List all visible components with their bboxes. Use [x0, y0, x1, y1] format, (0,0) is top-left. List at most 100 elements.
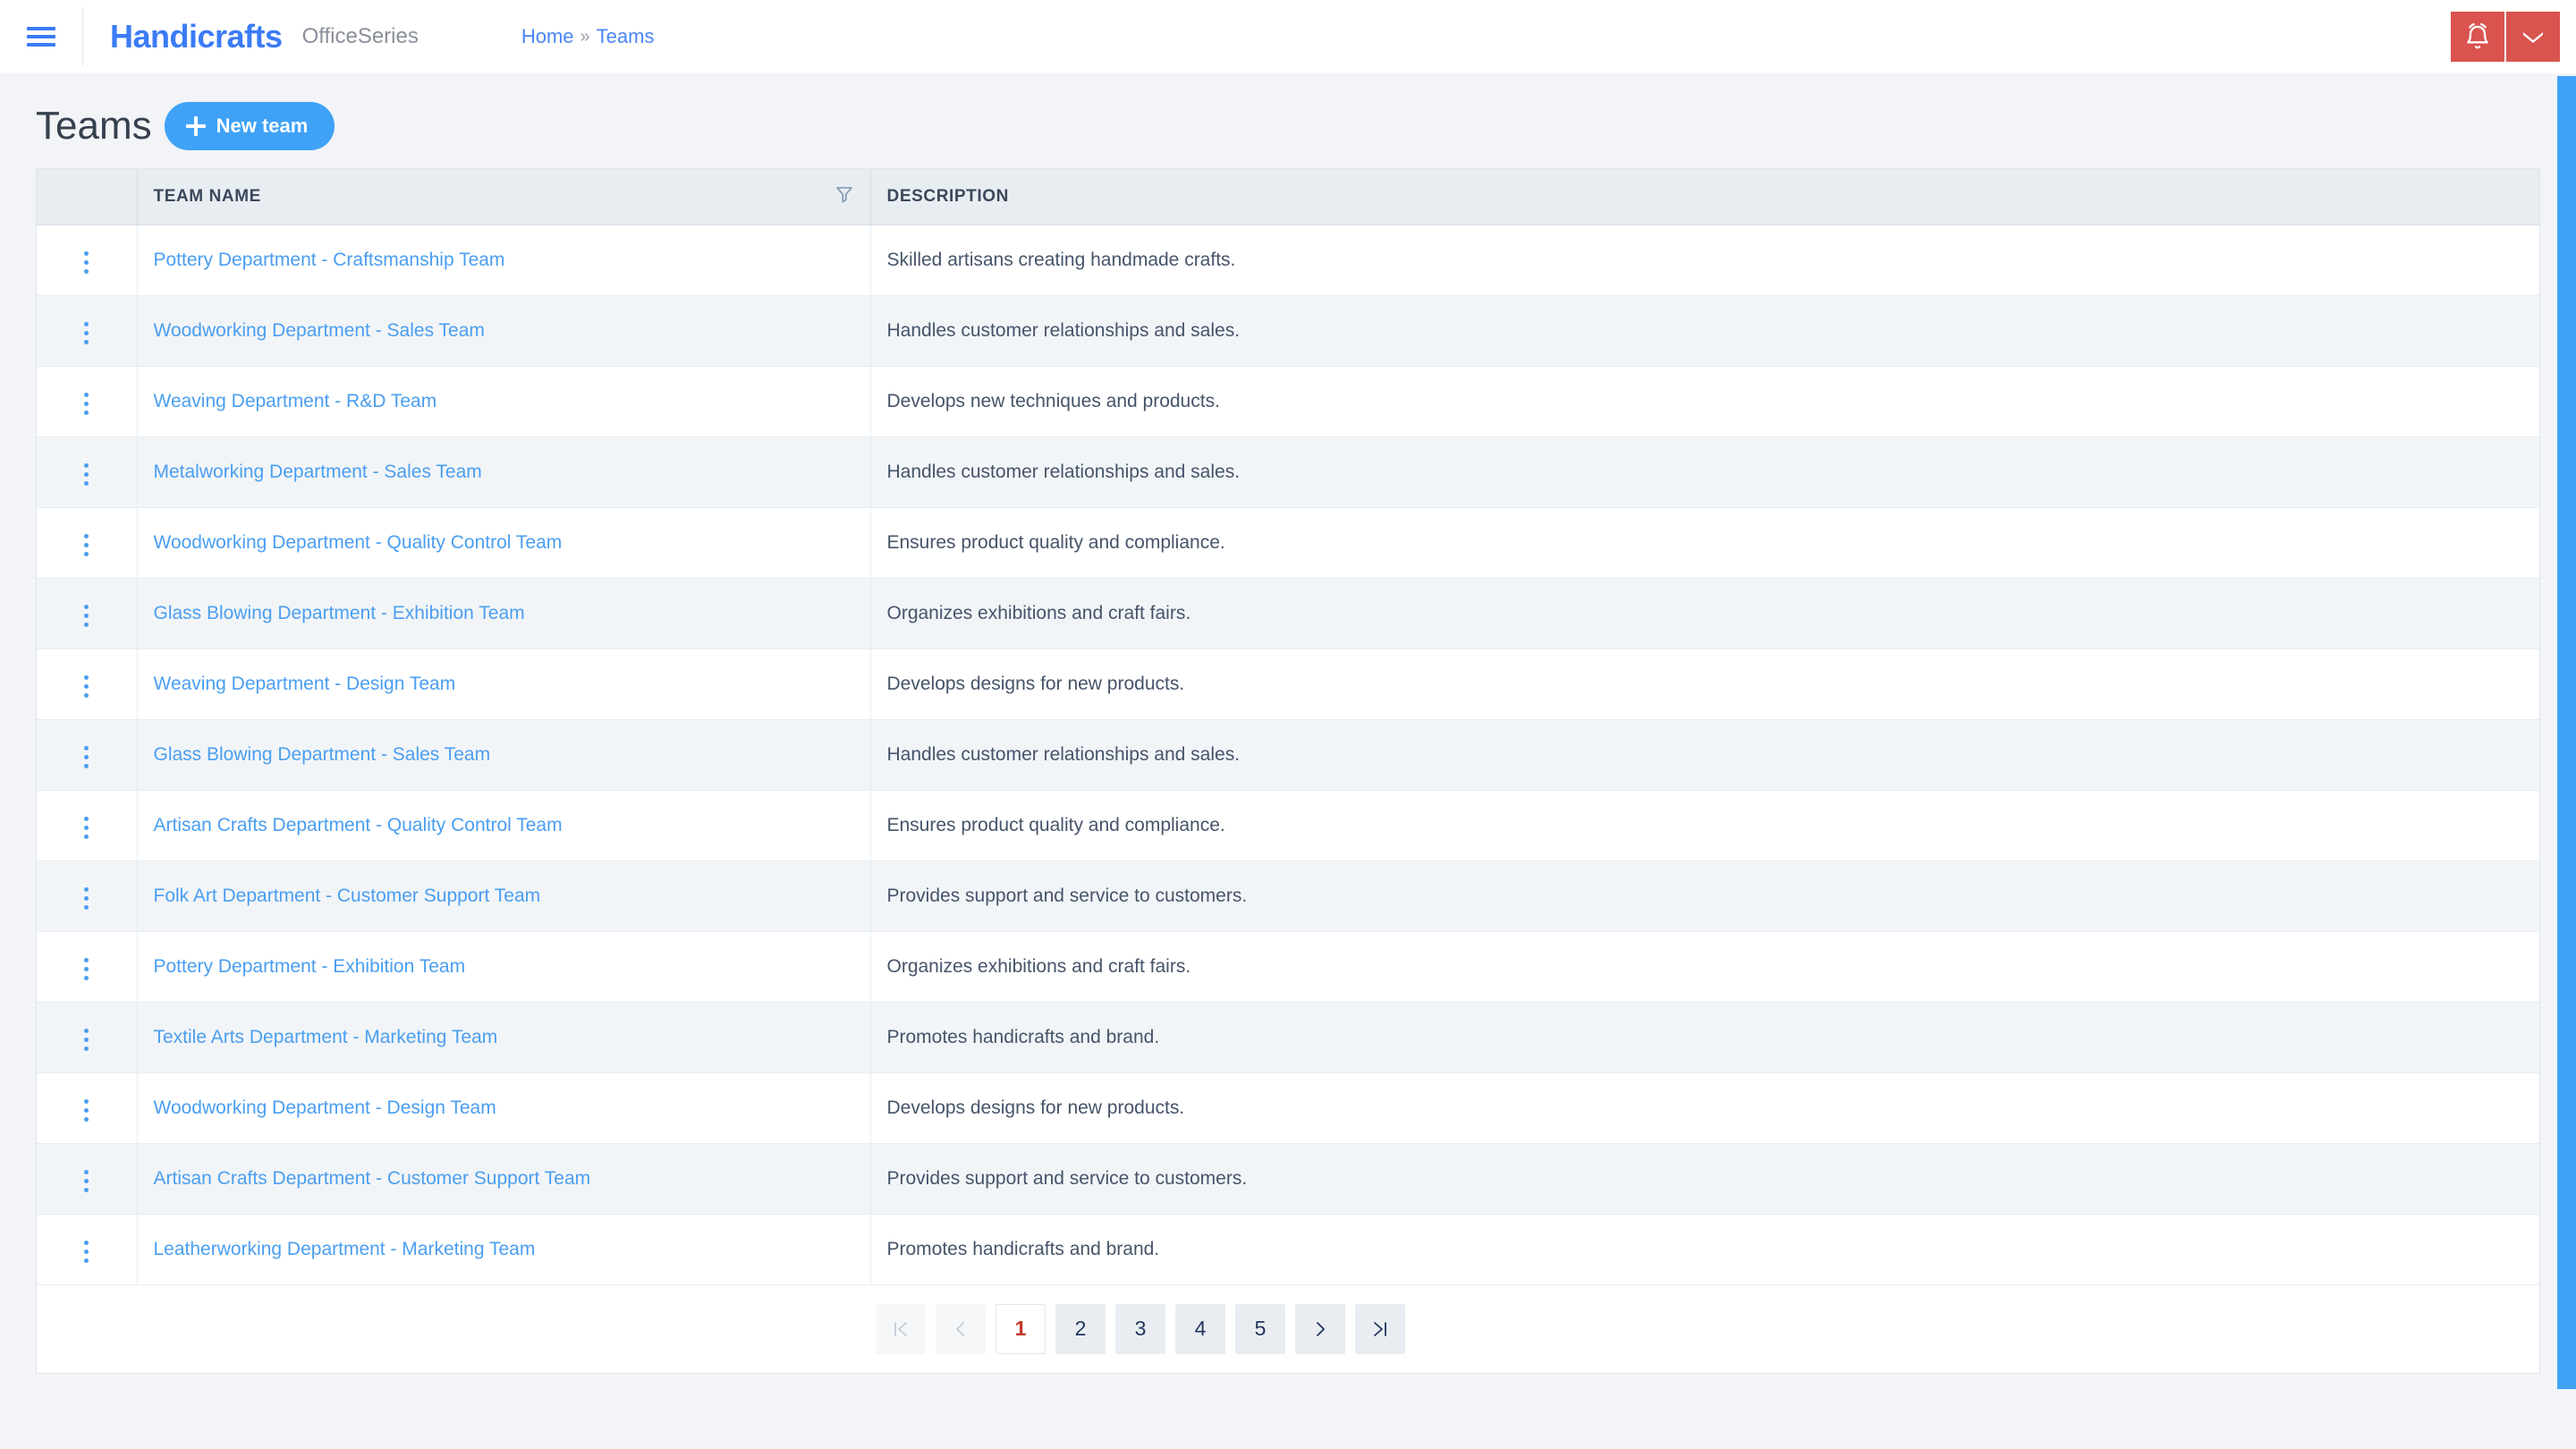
- team-description-cell: Promotes handicrafts and brand.: [870, 1002, 2539, 1073]
- table-row: Woodworking Department - Quality Control…: [37, 507, 2539, 579]
- kebab-menu-icon[interactable]: [72, 597, 101, 634]
- team-name-cell: Weaving Department - R&D Team: [137, 366, 871, 437]
- team-name-link[interactable]: Weaving Department - Design Team: [154, 674, 456, 694]
- team-description-cell: Provides support and service to customer…: [870, 860, 2539, 932]
- table-row: Artisan Crafts Department - Customer Sup…: [37, 1143, 2539, 1215]
- pagination-last-button[interactable]: [1355, 1303, 1405, 1354]
- row-menu-cell: [37, 648, 138, 720]
- brand-area: Handicrafts OfficeSeries: [83, 0, 419, 73]
- team-name-cell: Woodworking Department - Quality Control…: [137, 507, 871, 579]
- team-name-link[interactable]: Glass Blowing Department - Sales Team: [154, 744, 491, 765]
- team-name-link[interactable]: Pottery Department - Craftsmanship Team: [154, 250, 505, 270]
- team-name-link[interactable]: Woodworking Department - Quality Control…: [154, 532, 563, 553]
- kebab-menu-icon[interactable]: [72, 668, 101, 705]
- notifications-button[interactable]: [2451, 12, 2504, 62]
- header-spacer: [654, 0, 2451, 73]
- column-header-description[interactable]: DESCRIPTION: [870, 169, 2539, 225]
- team-name-link[interactable]: Glass Blowing Department - Exhibition Te…: [154, 603, 525, 623]
- page-content: Teams New team TEAM NAME DESCRIPTION Pot…: [0, 73, 2576, 1374]
- team-name-cell: Glass Blowing Department - Exhibition Te…: [137, 578, 871, 649]
- row-menu-cell: [37, 790, 138, 861]
- pagination-first-button[interactable]: [876, 1303, 926, 1354]
- team-name-cell: Leatherworking Department - Marketing Te…: [137, 1214, 871, 1285]
- kebab-menu-icon[interactable]: [72, 809, 101, 846]
- hamburger-icon: [27, 27, 55, 47]
- row-menu-cell: [37, 507, 138, 579]
- pagination-page-1[interactable]: 1: [996, 1303, 1046, 1354]
- table-row: Pottery Department - Craftsmanship Team S…: [37, 225, 2539, 296]
- team-name-cell: Pottery Department - Exhibition Team: [137, 931, 871, 1003]
- breadcrumb: Home » Teams: [521, 0, 655, 73]
- pagination-next-button[interactable]: [1295, 1303, 1345, 1354]
- breadcrumb-item-teams[interactable]: Teams: [597, 25, 655, 48]
- kebab-menu-icon[interactable]: [72, 951, 101, 987]
- team-name-cell: Weaving Department - Design Team: [137, 648, 871, 720]
- menu-toggle-button[interactable]: [0, 0, 82, 73]
- kebab-menu-icon[interactable]: [72, 244, 101, 281]
- team-description-cell: Develops designs for new products.: [870, 1072, 2539, 1144]
- page-scrollbar-thumb[interactable]: [2557, 76, 2576, 1389]
- filter-icon[interactable]: [835, 184, 854, 209]
- pagination-bar: 1 2 3 4 5: [37, 1284, 2539, 1373]
- column-header-menu: [37, 169, 138, 225]
- plus-icon: [185, 116, 206, 136]
- team-description-cell: Develops new techniques and products.: [870, 366, 2539, 437]
- row-menu-cell: [37, 578, 138, 649]
- kebab-menu-icon[interactable]: [72, 739, 101, 775]
- team-name-cell: Textile Arts Department - Marketing Team: [137, 1002, 871, 1073]
- pagination-page-5[interactable]: 5: [1235, 1303, 1285, 1354]
- team-name-link[interactable]: Folk Art Department - Customer Support T…: [154, 886, 541, 906]
- team-name-link[interactable]: Woodworking Department - Sales Team: [154, 320, 485, 341]
- team-name-cell: Glass Blowing Department - Sales Team: [137, 719, 871, 791]
- page-title: Teams: [36, 104, 152, 148]
- team-name-link[interactable]: Woodworking Department - Design Team: [154, 1097, 496, 1118]
- brand-subtitle: OfficeSeries: [301, 24, 419, 48]
- team-name-link[interactable]: Weaving Department - R&D Team: [154, 391, 437, 411]
- kebab-menu-icon[interactable]: [72, 456, 101, 493]
- row-menu-cell: [37, 1072, 138, 1144]
- teams-table-card: TEAM NAME DESCRIPTION Pottery Department…: [36, 168, 2540, 1374]
- pagination-page-4[interactable]: 4: [1175, 1303, 1225, 1354]
- team-description-cell: Handles customer relationships and sales…: [870, 719, 2539, 791]
- row-menu-cell: [37, 860, 138, 932]
- row-menu-cell: [37, 1143, 138, 1215]
- kebab-menu-icon[interactable]: [72, 1021, 101, 1058]
- table-row: Folk Art Department - Customer Support T…: [37, 860, 2539, 932]
- team-description-cell: Handles customer relationships and sales…: [870, 436, 2539, 508]
- kebab-menu-icon[interactable]: [72, 1233, 101, 1270]
- team-name-link[interactable]: Artisan Crafts Department - Quality Cont…: [154, 815, 563, 835]
- breadcrumb-separator-icon: »: [580, 26, 590, 47]
- column-header-team-name[interactable]: TEAM NAME: [137, 169, 871, 225]
- row-menu-cell: [37, 931, 138, 1003]
- new-team-button[interactable]: New team: [164, 102, 335, 150]
- team-name-link[interactable]: Metalworking Department - Sales Team: [154, 462, 482, 482]
- breadcrumb-item-home[interactable]: Home: [521, 25, 574, 48]
- row-menu-cell: [37, 436, 138, 508]
- table-row: Woodworking Department - Design Team Deve…: [37, 1072, 2539, 1144]
- pagination-prev-button[interactable]: [936, 1303, 986, 1354]
- teams-table: TEAM NAME DESCRIPTION Pottery Department…: [37, 169, 2539, 1285]
- table-row: Metalworking Department - Sales Team Hand…: [37, 436, 2539, 508]
- pagination-page-3[interactable]: 3: [1115, 1303, 1165, 1354]
- team-name-link[interactable]: Leatherworking Department - Marketing Te…: [154, 1239, 536, 1259]
- kebab-menu-icon[interactable]: [72, 1092, 101, 1129]
- page-scrollbar-track[interactable]: [2553, 73, 2576, 1449]
- row-menu-cell: [37, 1214, 138, 1285]
- team-name-link[interactable]: Artisan Crafts Department - Customer Sup…: [154, 1168, 591, 1189]
- team-name-cell: Metalworking Department - Sales Team: [137, 436, 871, 508]
- team-name-link[interactable]: Textile Arts Department - Marketing Team: [154, 1027, 498, 1047]
- bell-icon: [2464, 22, 2491, 51]
- team-name-cell: Pottery Department - Craftsmanship Team: [137, 225, 871, 296]
- header-actions: [2451, 0, 2576, 73]
- kebab-menu-icon[interactable]: [72, 1163, 101, 1199]
- header-dropdown-button[interactable]: [2506, 12, 2560, 62]
- kebab-menu-icon[interactable]: [72, 880, 101, 917]
- table-row: Glass Blowing Department - Exhibition Te…: [37, 578, 2539, 649]
- kebab-menu-icon[interactable]: [72, 386, 101, 422]
- column-header-team-name-label: TEAM NAME: [153, 186, 261, 206]
- team-name-link[interactable]: Pottery Department - Exhibition Team: [154, 956, 466, 977]
- pagination-page-2[interactable]: 2: [1055, 1303, 1106, 1354]
- team-description-cell: Develops designs for new products.: [870, 648, 2539, 720]
- kebab-menu-icon[interactable]: [72, 527, 101, 564]
- kebab-menu-icon[interactable]: [72, 315, 101, 352]
